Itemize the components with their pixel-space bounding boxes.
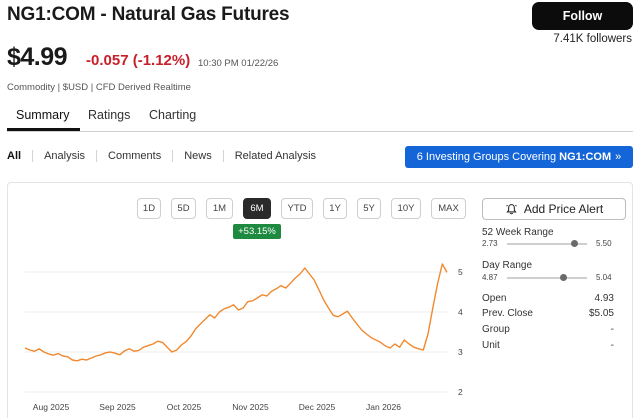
day-range-track bbox=[507, 277, 587, 279]
day-range-label: Day Range bbox=[482, 260, 533, 271]
chart-gridlines bbox=[25, 271, 447, 393]
x-tick-label: Jan 2026 bbox=[366, 402, 401, 412]
x-tick-label: Oct 2025 bbox=[167, 402, 202, 412]
add-price-alert-button[interactable]: Add Price Alert bbox=[482, 198, 626, 220]
bell-icon bbox=[506, 203, 517, 214]
stat-value: 4.93 bbox=[594, 293, 614, 304]
stat-label: Group bbox=[482, 324, 510, 335]
y-tick-label: 4 bbox=[458, 307, 463, 317]
x-tick-label: Sep 2025 bbox=[99, 402, 136, 412]
week52-low: 2.73 bbox=[482, 239, 498, 248]
day-range-marker bbox=[559, 274, 567, 281]
y-tick-label: 2 bbox=[458, 387, 463, 397]
stat-row-prev-close: Prev. Close $5.05 bbox=[482, 308, 614, 319]
day-low: 4.87 bbox=[482, 273, 498, 282]
stat-label: Open bbox=[482, 293, 507, 304]
stat-value: - bbox=[610, 340, 614, 351]
x-tick-label: Dec 2025 bbox=[299, 402, 336, 412]
x-axis-ticks: Aug 2025 Sep 2025 Oct 2025 Nov 2025 Dec 2025… bbox=[33, 402, 401, 412]
x-tick-label: Nov 2025 bbox=[232, 402, 269, 412]
y-tick-label: 5 bbox=[458, 267, 463, 277]
week52-range-marker bbox=[570, 240, 578, 247]
stat-label: Prev. Close bbox=[482, 308, 533, 319]
x-tick-label: Aug 2025 bbox=[33, 402, 70, 412]
y-axis-ticks: 5 4 3 2 bbox=[458, 267, 463, 397]
stat-value: - bbox=[610, 324, 614, 335]
stat-label: Unit bbox=[482, 340, 500, 351]
week52-high: 5.50 bbox=[596, 239, 612, 248]
stat-row-open: Open 4.93 bbox=[482, 293, 614, 304]
stat-value: $5.05 bbox=[588, 308, 614, 319]
day-high: 5.04 bbox=[596, 273, 612, 282]
stat-row-group: Group - bbox=[482, 324, 614, 335]
stat-row-unit: Unit - bbox=[482, 340, 614, 351]
y-tick-label: 3 bbox=[458, 347, 463, 357]
price-alert-label: Add Price Alert bbox=[523, 202, 604, 216]
week52-range-label: 52 Week Range bbox=[482, 227, 554, 238]
